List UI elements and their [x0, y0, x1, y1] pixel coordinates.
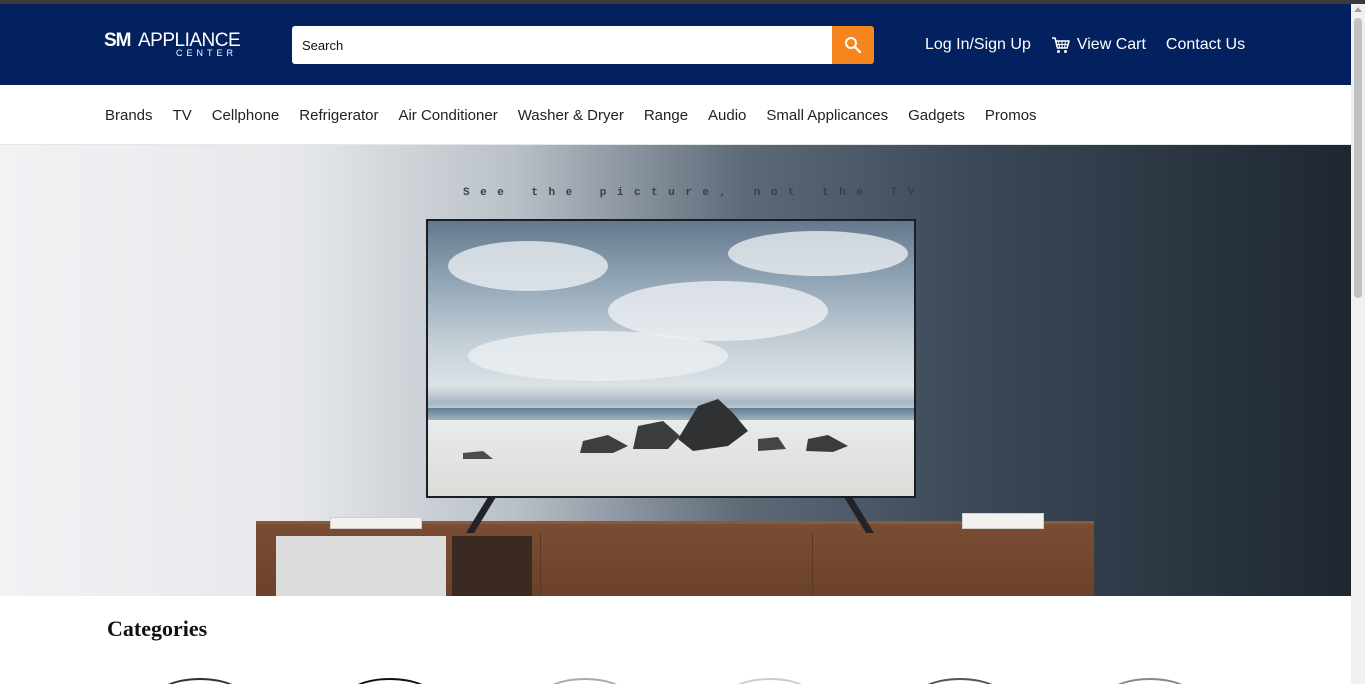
- nav-item-air-conditioner[interactable]: Air Conditioner: [398, 107, 497, 124]
- scroll-up-arrow[interactable]: [1354, 7, 1362, 12]
- decor-books-right: [962, 513, 1044, 529]
- tv-stand-legs: [466, 497, 874, 533]
- scroll-thumb[interactable]: [1354, 18, 1362, 298]
- tv-image: [426, 219, 916, 498]
- tv-screen: [428, 221, 914, 496]
- category-thumb-6[interactable]: [1105, 678, 1195, 684]
- sm-appliance-logo[interactable]: SM APPLIANCE CENTER: [104, 30, 244, 62]
- nav-items: Brands TV Cellphone Refrigerator Air Con…: [105, 107, 1057, 124]
- cart-icon: [1051, 37, 1070, 53]
- search-icon: [845, 37, 862, 54]
- category-thumb-2[interactable]: [345, 678, 435, 684]
- nav-item-washer-dryer[interactable]: Washer & Dryer: [518, 107, 624, 124]
- view-cart-link[interactable]: View Cart: [1051, 36, 1146, 54]
- nav-item-audio[interactable]: Audio: [708, 107, 746, 124]
- nav-item-refrigerator[interactable]: Refrigerator: [299, 107, 378, 124]
- decor-books-left: [330, 517, 422, 529]
- hero-banner[interactable]: See the picture, not the TV: [0, 145, 1351, 596]
- nav-item-small-appliances[interactable]: Small Applicances: [766, 107, 888, 124]
- search-input[interactable]: [292, 26, 832, 64]
- category-thumb-5[interactable]: [915, 678, 1005, 684]
- logo-brand: SM: [104, 30, 131, 51]
- login-signup-link[interactable]: Log In/Sign Up: [925, 36, 1031, 54]
- nav-item-brands[interactable]: Brands: [105, 107, 153, 124]
- category-thumb-3[interactable]: [540, 678, 630, 684]
- nav-item-cellphone[interactable]: Cellphone: [212, 107, 280, 124]
- nav-item-gadgets[interactable]: Gadgets: [908, 107, 965, 124]
- category-nav: Brands TV Cellphone Refrigerator Air Con…: [0, 85, 1351, 145]
- nav-item-tv[interactable]: TV: [173, 107, 192, 124]
- nav-item-range[interactable]: Range: [644, 107, 688, 124]
- hero-tagline: See the picture, not the TV: [463, 187, 925, 199]
- header-links: Log In/Sign Up View Cart Contact Us: [925, 34, 1245, 56]
- category-thumb-1[interactable]: [155, 678, 245, 684]
- logo-sub: CENTER: [176, 48, 238, 58]
- nav-item-promos[interactable]: Promos: [985, 107, 1037, 124]
- contact-us-link[interactable]: Contact Us: [1166, 36, 1245, 54]
- categories-heading: Categories: [107, 616, 208, 641]
- category-thumb-4[interactable]: [725, 678, 815, 684]
- view-cart-label: View Cart: [1076, 36, 1146, 53]
- site-header: SM APPLIANCE CENTER Log In/Sign Up View …: [0, 4, 1351, 85]
- page-scrollbar[interactable]: [1351, 4, 1365, 684]
- search-button[interactable]: [832, 26, 874, 64]
